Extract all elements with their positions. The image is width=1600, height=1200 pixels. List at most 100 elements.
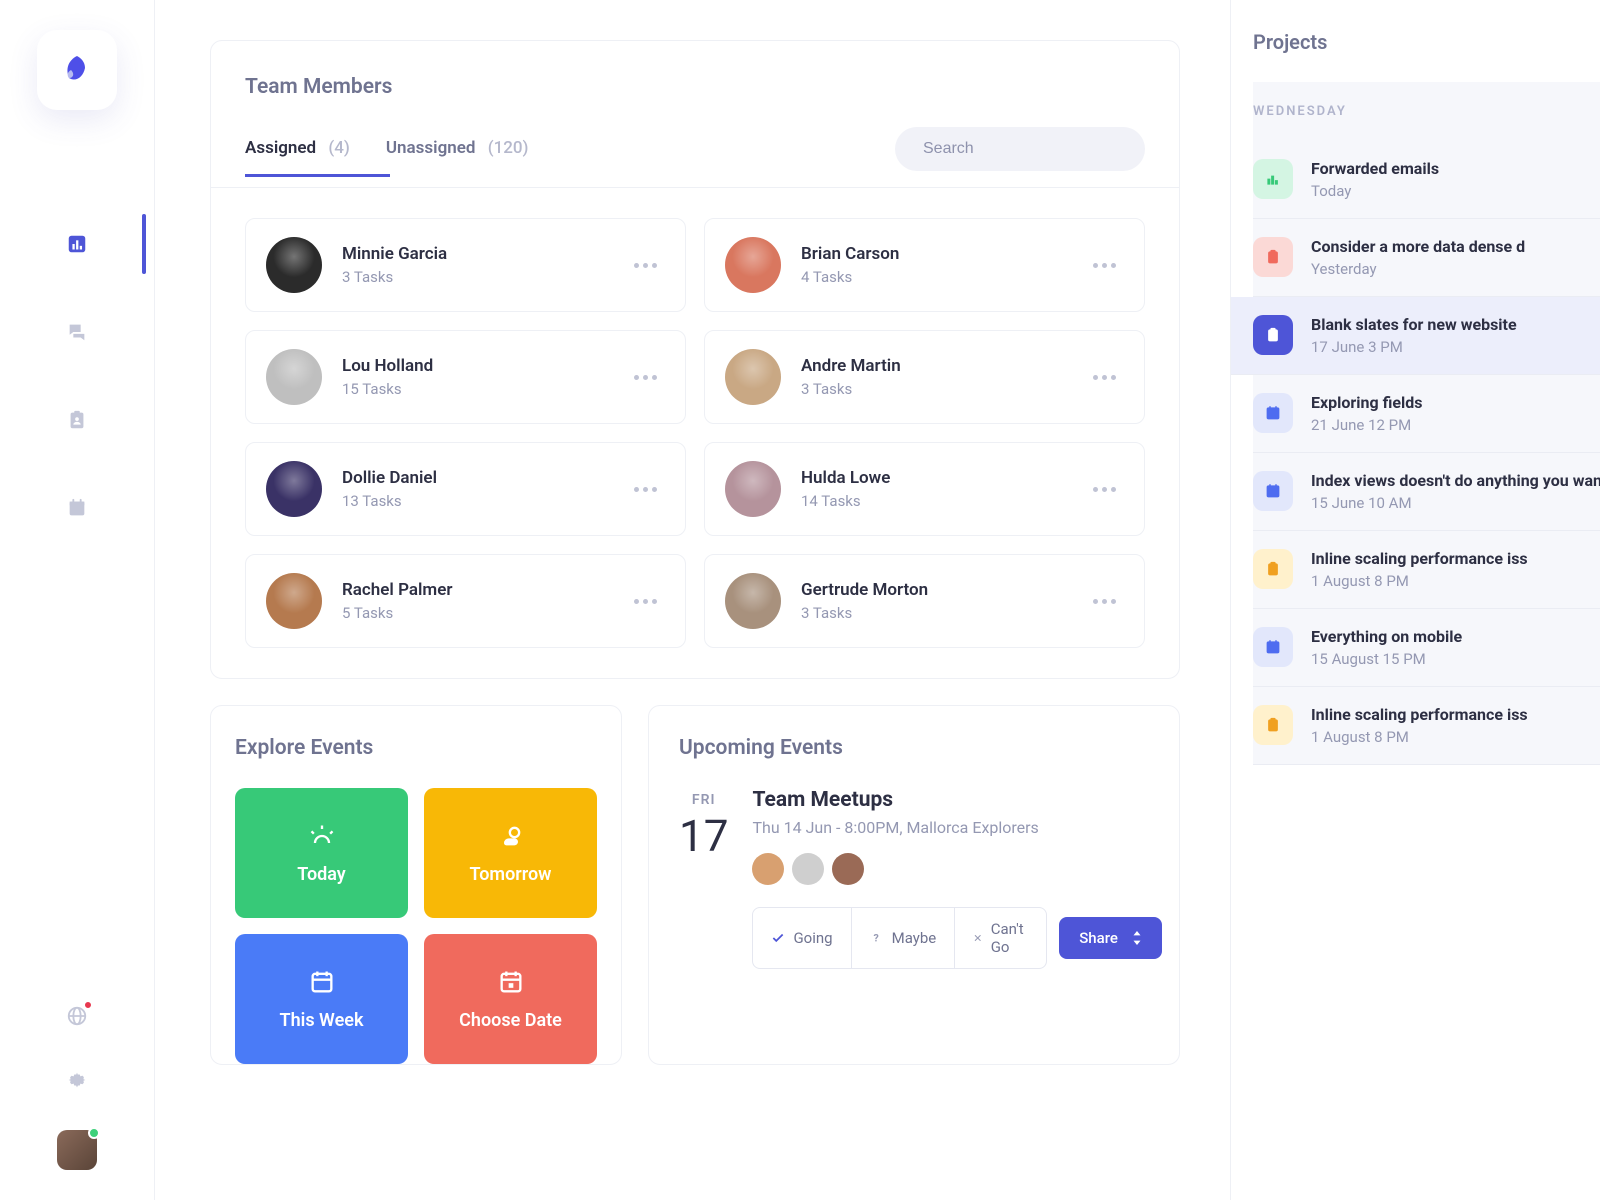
tile-label: This Week xyxy=(280,1010,364,1031)
attendee-avatar[interactable] xyxy=(792,853,824,885)
main-content: Team Members Assigned (4) Unassigned (12… xyxy=(155,0,1230,1200)
explore-choose-date[interactable]: Choose Date xyxy=(424,934,597,1064)
event-meta: Thu 14 Jun - 8:00PM, Mallorca Explorers xyxy=(752,818,1161,837)
member-more-button[interactable] xyxy=(1085,591,1124,612)
tab-assigned[interactable]: Assigned (4) xyxy=(245,138,350,176)
member-tasks: 14 Tasks xyxy=(801,492,1085,510)
tab-count: (4) xyxy=(328,138,350,158)
project-info: Inline scaling performance iss 1 August … xyxy=(1311,549,1600,590)
member-info: Brian Carson 4 Tasks xyxy=(801,244,1085,286)
explore-this-week[interactable]: This Week xyxy=(235,934,408,1064)
projects-panel: Projects WEDNESDAY Forwarded emails Toda… xyxy=(1230,0,1600,1200)
explore-tomorrow[interactable]: Tomorrow xyxy=(424,788,597,918)
event-attendees xyxy=(752,853,1161,885)
bottom-row: Explore Events Today Tomorrow This Week … xyxy=(210,705,1180,1065)
explore-title: Explore Events xyxy=(235,736,597,760)
project-icon xyxy=(1253,393,1293,433)
attendee-avatar[interactable] xyxy=(752,853,784,885)
project-time: Yesterday xyxy=(1311,260,1600,278)
member-avatar xyxy=(725,349,781,405)
nav-assignments[interactable] xyxy=(63,406,91,434)
search-input[interactable] xyxy=(923,140,1130,158)
member-avatar xyxy=(725,461,781,517)
nav-dashboard[interactable] xyxy=(63,230,91,258)
project-item[interactable]: Blank slates for new website 17 June 3 P… xyxy=(1231,297,1600,375)
member-name: Minnie Garcia xyxy=(342,244,626,264)
chevron-updown-icon xyxy=(1132,931,1142,945)
member-card[interactable]: Minnie Garcia 3 Tasks xyxy=(245,218,686,312)
project-info: Consider a more data dense d Yesterday xyxy=(1311,237,1600,278)
team-members-card: Team Members Assigned (4) Unassigned (12… xyxy=(210,40,1180,679)
rsvp-going[interactable]: Going xyxy=(753,908,851,968)
member-more-button[interactable] xyxy=(626,591,665,612)
member-avatar xyxy=(725,573,781,629)
project-item[interactable]: Exploring fields 21 June 12 PM xyxy=(1253,375,1600,453)
member-more-button[interactable] xyxy=(626,367,665,388)
check-icon xyxy=(771,931,785,945)
member-card[interactable]: Lou Holland 15 Tasks xyxy=(245,330,686,424)
chat-icon xyxy=(66,321,88,343)
project-icon xyxy=(1253,627,1293,667)
member-more-button[interactable] xyxy=(1085,255,1124,276)
notification-dot xyxy=(83,1000,93,1010)
team-tabs: Assigned (4) Unassigned (120) xyxy=(211,127,1179,188)
user-avatar[interactable] xyxy=(57,1130,97,1170)
attendee-avatar[interactable] xyxy=(832,853,864,885)
event-item: FRI 17 Team Meetups Thu 14 Jun - 8:00PM,… xyxy=(679,788,1149,969)
nav-notifications[interactable] xyxy=(63,1002,91,1030)
member-card[interactable]: Hulda Lowe 14 Tasks xyxy=(704,442,1145,536)
nav-chat[interactable] xyxy=(63,318,91,346)
project-time: 21 June 12 PM xyxy=(1311,416,1600,434)
member-info: Andre Martin 3 Tasks xyxy=(801,356,1085,398)
share-label: Share xyxy=(1079,929,1118,947)
rsvp-cant-go[interactable]: Can't Go xyxy=(955,908,1046,968)
logo[interactable] xyxy=(37,30,117,110)
member-tasks: 13 Tasks xyxy=(342,492,626,510)
nav-settings[interactable] xyxy=(63,1066,91,1094)
bar-chart-icon xyxy=(66,233,88,255)
member-card[interactable]: Gertrude Morton 3 Tasks xyxy=(704,554,1145,648)
project-info: Index views doesn't do anything you want… xyxy=(1311,471,1600,512)
share-button[interactable]: Share xyxy=(1059,917,1162,959)
project-time: 1 August 8 PM xyxy=(1311,728,1600,746)
project-icon xyxy=(1253,315,1293,355)
member-card[interactable]: Rachel Palmer 5 Tasks xyxy=(245,554,686,648)
project-item[interactable]: Index views doesn't do anything you want… xyxy=(1253,453,1600,531)
tab-unassigned[interactable]: Unassigned (120) xyxy=(386,138,529,176)
member-more-button[interactable] xyxy=(626,255,665,276)
member-name: Brian Carson xyxy=(801,244,1085,264)
member-more-button[interactable] xyxy=(1085,367,1124,388)
project-name: Index views doesn't do anything you want xyxy=(1311,471,1600,490)
member-name: Hulda Lowe xyxy=(801,468,1085,488)
project-item[interactable]: Forwarded emails Today xyxy=(1253,141,1600,219)
project-item[interactable]: Consider a more data dense d Yesterday xyxy=(1253,219,1600,297)
explore-events-card: Explore Events Today Tomorrow This Week … xyxy=(210,705,622,1065)
event-body: Team Meetups Thu 14 Jun - 8:00PM, Mallor… xyxy=(752,788,1161,969)
rsvp-label: Going xyxy=(793,929,832,947)
project-item[interactable]: Inline scaling performance iss 1 August … xyxy=(1253,687,1600,765)
member-more-button[interactable] xyxy=(1085,479,1124,500)
member-tasks: 3 Tasks xyxy=(342,268,626,286)
explore-today[interactable]: Today xyxy=(235,788,408,918)
search-box[interactable] xyxy=(895,127,1145,171)
event-title: Team Meetups xyxy=(752,788,1161,812)
project-item[interactable]: Inline scaling performance iss 1 August … xyxy=(1253,531,1600,609)
project-item[interactable]: Everything on mobile 15 August 15 PM xyxy=(1253,609,1600,687)
member-card[interactable]: Dollie Daniel 13 Tasks xyxy=(245,442,686,536)
cloud-sun-icon xyxy=(497,822,525,850)
member-card[interactable]: Brian Carson 4 Tasks xyxy=(704,218,1145,312)
member-card[interactable]: Andre Martin 3 Tasks xyxy=(704,330,1145,424)
rsvp-maybe[interactable]: ? Maybe xyxy=(852,908,956,968)
project-time: 15 August 15 PM xyxy=(1311,650,1600,668)
project-time: Today xyxy=(1311,182,1600,200)
projects-title: Projects xyxy=(1253,30,1600,54)
member-more-button[interactable] xyxy=(626,479,665,500)
member-tasks: 15 Tasks xyxy=(342,380,626,398)
nav-calendar[interactable] xyxy=(63,494,91,522)
member-name: Rachel Palmer xyxy=(342,580,626,600)
nav-icons xyxy=(63,230,91,522)
clipboard-icon xyxy=(66,409,88,431)
member-name: Lou Holland xyxy=(342,356,626,376)
member-avatar xyxy=(266,461,322,517)
member-info: Gertrude Morton 3 Tasks xyxy=(801,580,1085,622)
